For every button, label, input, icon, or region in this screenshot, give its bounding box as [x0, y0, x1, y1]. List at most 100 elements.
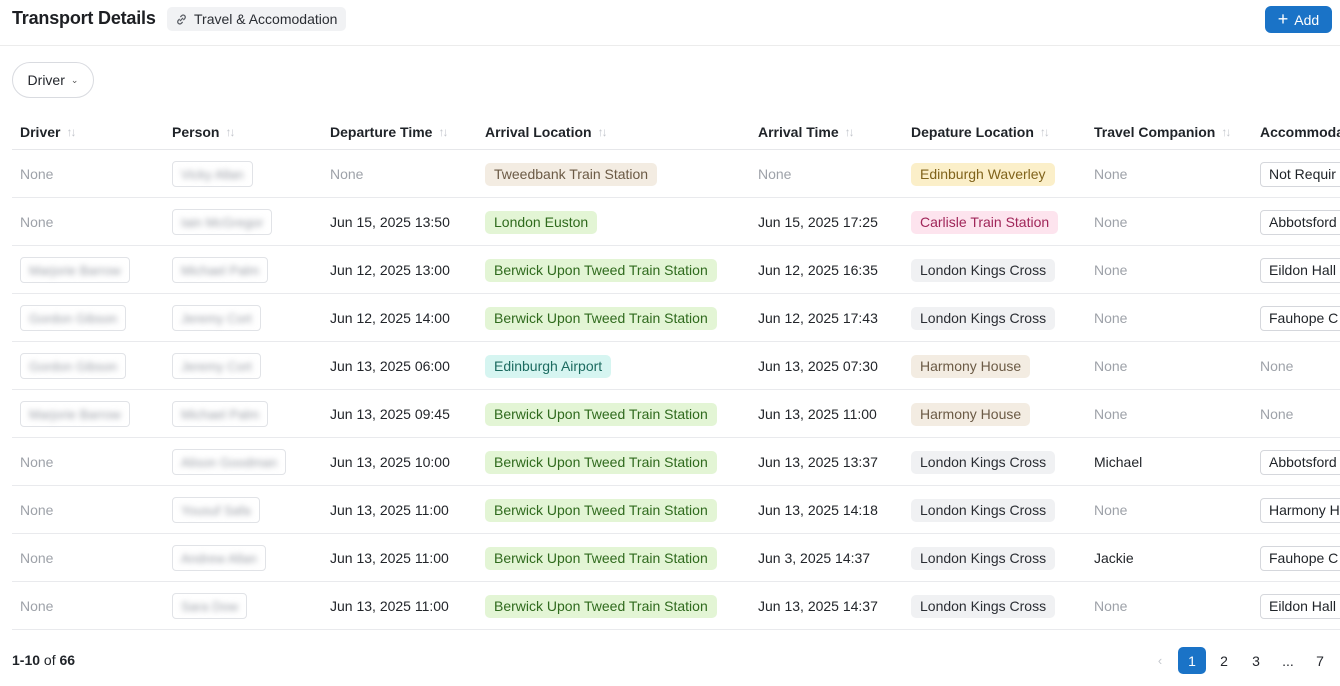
- accommodation-value[interactable]: Harmony H: [1260, 497, 1340, 523]
- person-name: Yousuf Safa: [181, 502, 251, 518]
- driver-chip[interactable]: Gordon Gibson: [20, 305, 127, 331]
- arrival-time-cell: Jun 13, 2025 07:30: [758, 358, 878, 374]
- sort-icon[interactable]: ↑↓: [438, 125, 448, 139]
- arrival-location-cell: Berwick Upon Tweed Train Station: [485, 486, 717, 534]
- sort-icon[interactable]: ↑↓: [598, 125, 608, 139]
- column-header-arrival-time[interactable]: Arrival Time ↑↓: [758, 124, 855, 140]
- page-button-7[interactable]: 7: [1310, 647, 1330, 674]
- table-row[interactable]: Marjorie Barrow Michael Palm Jun 12, 2025 …: [12, 246, 1340, 294]
- person-chip[interactable]: Andrew Allan: [172, 545, 266, 571]
- sort-icon[interactable]: ↑↓: [1221, 125, 1231, 139]
- driver-cell: Gordon Gibson: [20, 342, 127, 390]
- driver-name: Gordon Gibson: [29, 310, 118, 326]
- arrival-time-cell: None: [758, 166, 792, 182]
- departure-location-tag: Harmony House: [911, 402, 1031, 426]
- column-header-accommodation[interactable]: Accommoda: [1260, 124, 1340, 140]
- linked-section-chip[interactable]: Travel & Accomodation: [167, 7, 347, 31]
- person-chip[interactable]: Michael Palm: [172, 257, 269, 283]
- previous-page-icon[interactable]: ‹: [1150, 647, 1170, 674]
- person-name: Iain McGregor: [181, 214, 264, 230]
- page-button-3[interactable]: 3: [1246, 647, 1266, 674]
- driver-cell: Marjorie Barrow: [20, 246, 130, 294]
- departure-time-cell: None: [330, 166, 364, 182]
- table-row[interactable]: None Andrew Allan Jun 13, 2025 11:00 Berwic…: [12, 534, 1340, 582]
- table-row[interactable]: None Yousuf Safa Jun 13, 2025 11:00 Berwick…: [12, 486, 1340, 534]
- person-chip[interactable]: Jeremy Cort: [172, 353, 261, 379]
- page-button-2[interactable]: 2: [1214, 647, 1234, 674]
- sort-icon[interactable]: ↑↓: [1040, 125, 1050, 139]
- travel-companion-cell: None: [1094, 502, 1128, 518]
- driver-cell: None: [20, 550, 54, 566]
- arrival-time-cell: Jun 13, 2025 11:00: [758, 406, 877, 422]
- table-row[interactable]: None Vicky Allan None Tweedbank Train Stati…: [12, 150, 1340, 198]
- column-header-departure-time[interactable]: Departure Time ↑↓: [330, 124, 448, 140]
- add-button-label: Add: [1294, 11, 1320, 28]
- table-row[interactable]: None Alison Goodman Jun 13, 2025 10:00 Berw…: [12, 438, 1340, 486]
- driver-chip[interactable]: Marjorie Barrow: [20, 257, 130, 283]
- driver-name: Marjorie Barrow: [29, 262, 121, 278]
- travel-companion-cell: None: [1094, 262, 1128, 278]
- person-cell: Andrew Allan: [172, 534, 266, 582]
- accommodation-value[interactable]: Not Requir: [1260, 161, 1340, 187]
- column-header-driver[interactable]: Driver ↑↓: [20, 124, 76, 140]
- table-row[interactable]: None Iain McGregor Jun 15, 2025 13:50 Londo…: [12, 198, 1340, 246]
- arrival-time-cell: Jun 13, 2025 13:37: [758, 454, 878, 470]
- departure-time-cell: Jun 13, 2025 11:00: [330, 598, 449, 614]
- driver-cell: Marjorie Barrow: [20, 390, 130, 438]
- table-row[interactable]: Gordon Gibson Jeremy Cort Jun 13, 2025 06:…: [12, 342, 1340, 390]
- person-chip[interactable]: Sara Dow: [172, 593, 248, 619]
- departure-location-tag: Edinburgh Waverley: [911, 162, 1055, 186]
- sort-icon[interactable]: ↑↓: [66, 125, 76, 139]
- driver-filter-label: Driver: [27, 72, 65, 88]
- person-cell: Yousuf Safa: [172, 486, 260, 534]
- departure-location-tag: London Kings Cross: [911, 594, 1056, 618]
- accommodation-value[interactable]: Eildon Hall: [1260, 257, 1340, 283]
- accommodation-value[interactable]: Eildon Hall: [1260, 593, 1340, 619]
- page-button-1[interactable]: 1: [1178, 647, 1206, 674]
- sort-icon[interactable]: ↑↓: [845, 125, 855, 139]
- person-chip[interactable]: Vicky Allan: [172, 161, 253, 187]
- sort-icon[interactable]: ↑↓: [225, 125, 235, 139]
- person-chip[interactable]: Michael Palm: [172, 401, 269, 427]
- arrival-location-tag: Berwick Upon Tweed Train Station: [485, 594, 717, 618]
- column-header-arrival-location[interactable]: Arrival Location ↑↓: [485, 124, 608, 140]
- driver-name: Gordon Gibson: [29, 358, 118, 374]
- departure-location-cell: London Kings Cross: [911, 294, 1056, 342]
- driver-cell: None: [20, 214, 54, 230]
- column-header-departure-location[interactable]: Depature Location ↑↓: [911, 124, 1050, 140]
- travel-companion-cell: None: [1094, 214, 1128, 230]
- arrival-location-cell: Berwick Upon Tweed Train Station: [485, 534, 717, 582]
- column-header-person[interactable]: Person ↑↓: [172, 124, 235, 140]
- accommodation-cell: None: [1260, 358, 1294, 374]
- driver-filter-button[interactable]: Driver ⌄: [12, 62, 94, 98]
- person-chip[interactable]: Jeremy Cort: [172, 305, 261, 331]
- person-chip[interactable]: Alison Goodman: [172, 449, 287, 475]
- arrival-location-tag: Berwick Upon Tweed Train Station: [485, 258, 717, 282]
- accommodation-cell: Eildon Hall: [1260, 582, 1340, 630]
- person-chip[interactable]: Yousuf Safa: [172, 497, 260, 523]
- record-count: 1-10 of 66: [12, 652, 76, 668]
- driver-cell: None: [20, 166, 54, 182]
- person-chip[interactable]: Iain McGregor: [172, 209, 273, 235]
- accommodation-value[interactable]: Fauhope C: [1260, 545, 1340, 571]
- arrival-location-cell: Berwick Upon Tweed Train Station: [485, 390, 717, 438]
- column-header-travel-companion[interactable]: Travel Companion ↑↓: [1094, 124, 1231, 140]
- accommodation-value[interactable]: Abbotsford: [1260, 449, 1340, 475]
- person-name: Michael Palm: [181, 262, 260, 278]
- driver-chip[interactable]: Marjorie Barrow: [20, 401, 130, 427]
- travel-companion-cell: None: [1094, 598, 1128, 614]
- departure-location-tag: Harmony House: [911, 354, 1031, 378]
- table-row[interactable]: None Sara Dow Jun 13, 2025 11:00 Berwick Up…: [12, 582, 1340, 630]
- arrival-location-cell: London Euston: [485, 198, 598, 246]
- table-row[interactable]: Gordon Gibson Jeremy Cort Jun 12, 2025 14:…: [12, 294, 1340, 342]
- add-button[interactable]: + Add: [1265, 6, 1332, 33]
- arrival-time-cell: Jun 15, 2025 17:25: [758, 214, 878, 230]
- arrival-location-tag: Berwick Upon Tweed Train Station: [485, 402, 717, 426]
- accommodation-value[interactable]: Abbotsford: [1260, 209, 1340, 235]
- departure-time-cell: Jun 13, 2025 09:45: [330, 406, 450, 422]
- accommodation-value[interactable]: Fauhope C: [1260, 305, 1340, 331]
- departure-location-cell: London Kings Cross: [911, 582, 1056, 630]
- arrival-location-tag: London Euston: [485, 210, 598, 234]
- table-row[interactable]: Marjorie Barrow Michael Palm Jun 13, 2025 …: [12, 390, 1340, 438]
- driver-chip[interactable]: Gordon Gibson: [20, 353, 127, 379]
